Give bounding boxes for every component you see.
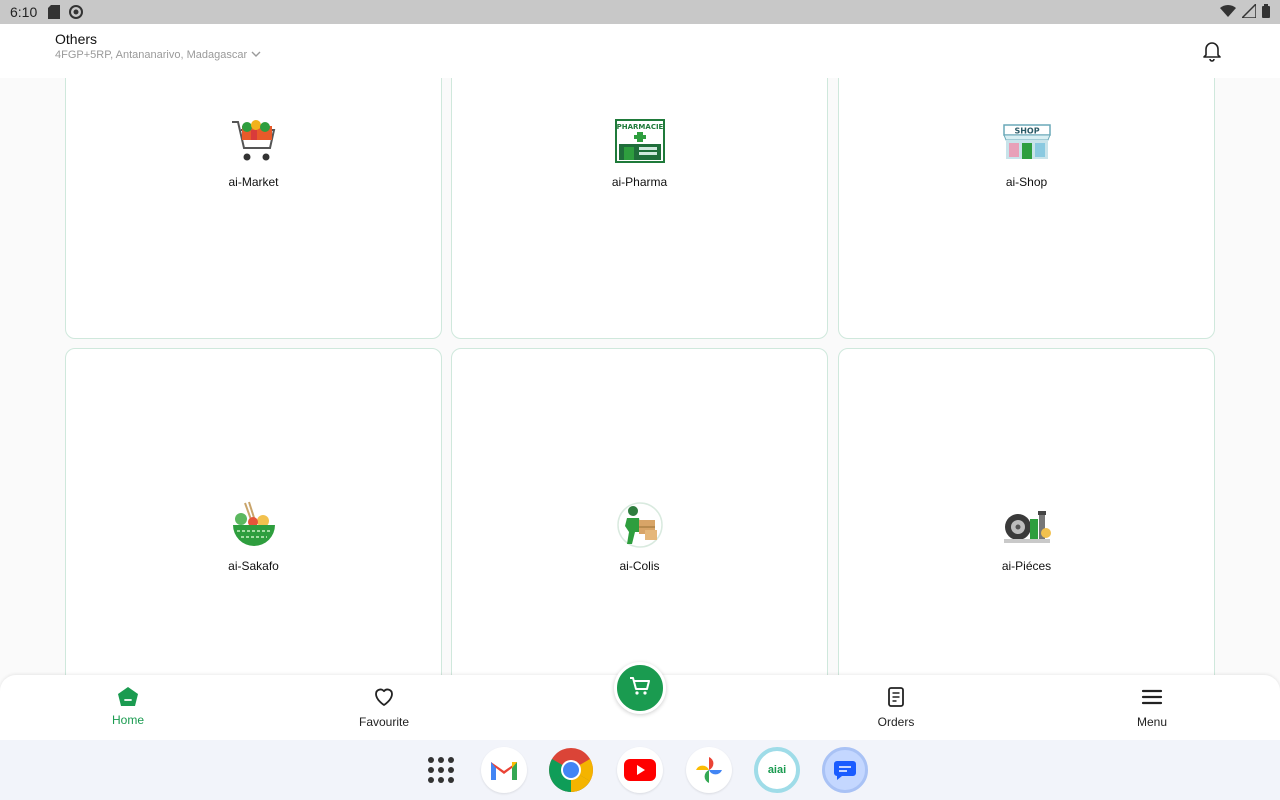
- home-icon: [116, 685, 140, 709]
- notification-bell-icon[interactable]: [1200, 38, 1224, 62]
- page-title: Others: [55, 31, 98, 47]
- sync-icon: [69, 5, 84, 19]
- wifi-icon: [1220, 4, 1236, 21]
- aiai-app-icon[interactable]: aiai: [754, 747, 800, 793]
- nav-label: Favourite: [358, 715, 410, 729]
- category-label: ai-Pharma: [611, 175, 668, 189]
- orders-icon: [884, 685, 908, 709]
- category-label: ai-Piéces: [1001, 559, 1052, 573]
- pharmacy-icon: PHARMACIE: [614, 117, 666, 165]
- category-card-ai-pharma[interactable]: PHARMACIE ai-Pharma: [451, 78, 828, 339]
- android-dock: aiai: [0, 740, 1280, 800]
- status-time: 6:10: [10, 4, 38, 20]
- svg-text:SHOP: SHOP: [1014, 127, 1039, 136]
- category-card-ai-shop[interactable]: SHOP ai-Shop: [838, 78, 1215, 339]
- aiai-app-text: aiai: [767, 764, 787, 776]
- shop-icon: SHOP: [1001, 117, 1053, 165]
- sd-card-icon: [47, 5, 61, 19]
- svg-text:PHARMACIE: PHARMACIE: [616, 123, 663, 131]
- category-card-ai-colis[interactable]: ai-Colis: [451, 348, 828, 675]
- category-card-ai-pieces[interactable]: ai-Piéces: [838, 348, 1215, 675]
- gmail-icon[interactable]: [481, 747, 527, 793]
- category-label: ai-Sakafo: [228, 559, 279, 573]
- cart-button[interactable]: [614, 662, 666, 714]
- heart-icon: [372, 685, 396, 709]
- bottom-navigation: Home Favourite Orders Menu: [0, 662, 1280, 740]
- status-bar: 6:10: [0, 0, 1280, 24]
- cart-icon: [628, 674, 652, 703]
- nav-label: Menu: [1136, 715, 1168, 729]
- nav-orders[interactable]: Orders: [836, 685, 956, 729]
- photos-icon[interactable]: [686, 747, 732, 793]
- category-card-ai-sakafo[interactable]: ai-Sakafo: [65, 348, 442, 675]
- nav-home[interactable]: Home: [68, 685, 188, 727]
- chevron-down-icon: [251, 49, 261, 61]
- location-selector[interactable]: 4FGP+5RP, Antananarivo, Madagascar: [55, 49, 261, 61]
- hamburger-menu-icon: [1140, 685, 1164, 709]
- nav-label: Orders: [877, 715, 915, 729]
- location-text: 4FGP+5RP, Antananarivo, Madagascar: [55, 49, 248, 61]
- nav-favourite[interactable]: Favourite: [324, 685, 444, 729]
- nav-menu[interactable]: Menu: [1092, 685, 1212, 729]
- battery-icon: [1262, 3, 1270, 21]
- category-label: ai-Market: [228, 175, 279, 189]
- category-label: ai-Shop: [1005, 175, 1048, 189]
- category-grid: ai-Market PHARMACIE ai-Pharma SHOP ai-Sh…: [65, 78, 1216, 675]
- shopping-cart-icon: [228, 117, 280, 165]
- youtube-icon[interactable]: [617, 747, 663, 793]
- cell-signal-icon: [1240, 1, 1257, 21]
- auto-parts-icon: [1001, 501, 1053, 549]
- category-card-ai-market[interactable]: ai-Market: [65, 78, 442, 339]
- messages-icon[interactable]: [822, 747, 868, 793]
- app-header: Others 4FGP+5RP, Antananarivo, Madagasca…: [0, 24, 1280, 78]
- chrome-icon[interactable]: [548, 747, 594, 793]
- category-label: ai-Colis: [619, 559, 660, 573]
- app-drawer-icon[interactable]: [418, 747, 464, 793]
- delivery-courier-icon: [614, 501, 666, 549]
- nav-label: Home: [111, 713, 144, 727]
- food-bowl-icon: [228, 501, 280, 549]
